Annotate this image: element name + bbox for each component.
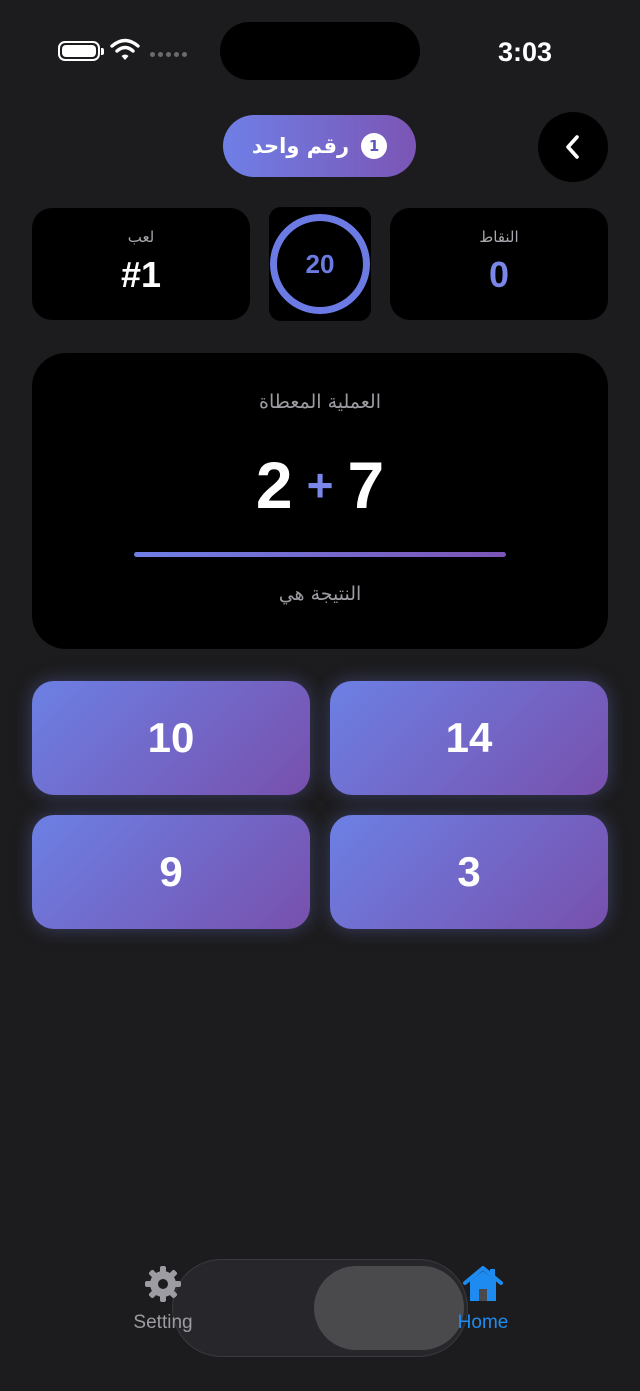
answer-button-3[interactable]: 9 [32, 815, 310, 929]
back-button[interactable] [538, 112, 608, 182]
left-operand: 2 [255, 448, 293, 522]
score-label: النقاط [479, 228, 519, 246]
mode-pill: رقم واحد 1 [223, 115, 416, 177]
score-card: النقاط 0 [390, 208, 608, 320]
answer-button-1[interactable]: 10 [32, 681, 310, 795]
timer-ring: 20 [270, 214, 370, 314]
wifi-icon [110, 38, 140, 60]
question-prompt: العملية المعطاة [258, 391, 381, 413]
tab-setting[interactable]: Setting [113, 1264, 213, 1344]
tab-setting-label: Setting [133, 1312, 193, 1333]
signal-icon [150, 52, 187, 57]
chevron-left-icon [566, 135, 579, 159]
question-divider [134, 552, 506, 557]
status-bar: 3:03 [0, 0, 640, 100]
game-card: لعب #1 [32, 208, 250, 320]
operator: + [306, 459, 334, 511]
gear-icon [145, 1266, 181, 1302]
game-value: #1 [120, 254, 162, 295]
game-label: لعب [127, 228, 155, 246]
answer-button-2[interactable]: 14 [330, 681, 608, 795]
question-card: العملية المعطاة 2 + 7 النتيجة هي [32, 353, 608, 649]
result-label: النتيجة هي [278, 583, 362, 605]
score-value: 0 [488, 254, 510, 295]
tab-home-label: Home [457, 1312, 509, 1333]
timer-value: 20 [305, 248, 335, 279]
dynamic-island [220, 22, 420, 80]
equation: 2 + 7 [32, 445, 608, 525]
battery-icon [58, 41, 104, 61]
right-operand: 7 [347, 448, 385, 522]
answer-button-4[interactable]: 3 [330, 815, 608, 929]
tab-bar [172, 1259, 468, 1357]
tab-home[interactable]: Home [433, 1264, 533, 1344]
home-icon [463, 1266, 503, 1301]
status-time: 3:03 [497, 37, 553, 67]
mode-label: رقم واحد [251, 134, 350, 158]
timer-card: 20 [269, 207, 371, 321]
mode-badge: 1 [361, 133, 388, 159]
